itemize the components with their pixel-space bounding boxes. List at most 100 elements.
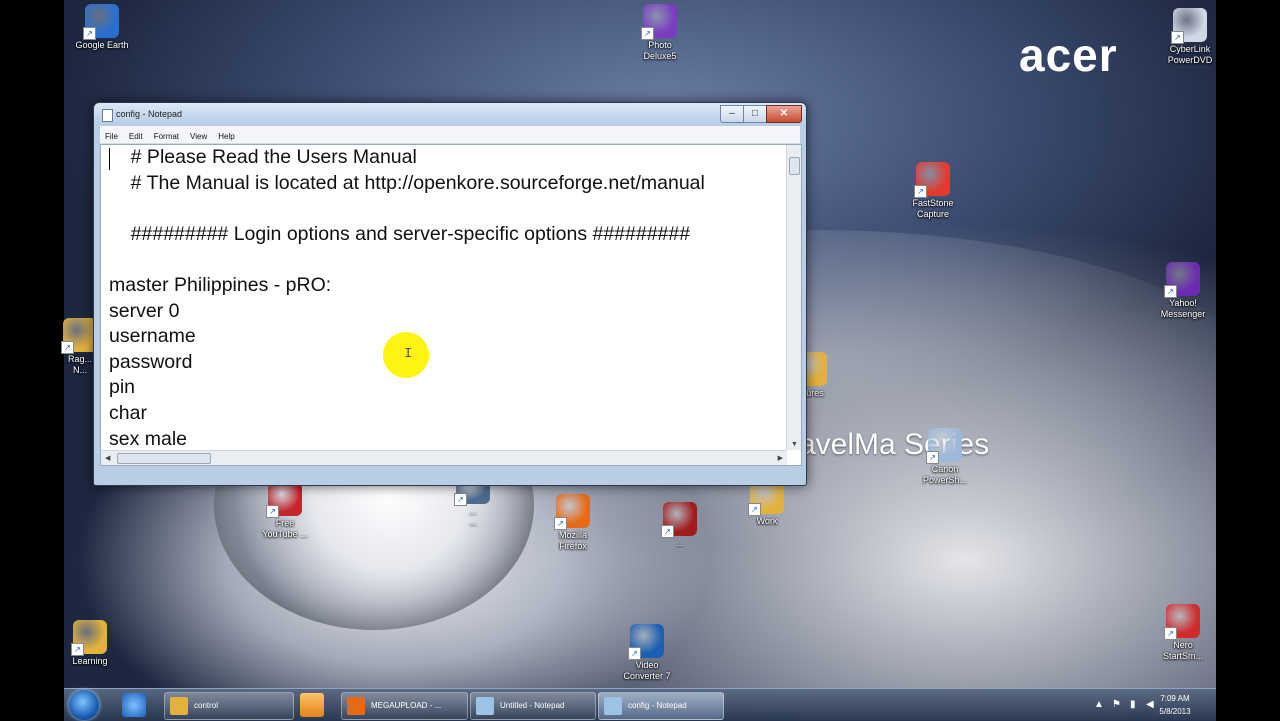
clock-date: 5/8/2013: [1159, 707, 1191, 716]
desktop-shortcut[interactable]: ↗ Nero StartSm...: [1143, 604, 1223, 662]
game-shortcut-icon: ↗: [661, 502, 697, 538]
firefox-icon: [347, 696, 365, 715]
horizontal-scroll-thumb[interactable]: [117, 453, 211, 464]
close-button[interactable]: ✕: [766, 105, 802, 123]
desktop-shortcut[interactable]: ↗ Canon PowerSh...: [905, 428, 985, 486]
desktop-shortcut[interactable]: ↗ FastStone Capture: [893, 162, 973, 220]
desktop-shortcut[interactable]: ↗ Google Earth: [62, 4, 142, 51]
notepad-window[interactable]: config - Notepad – □ ✕ File Edit Format Vie…: [93, 102, 807, 486]
text-editor[interactable]: # Please Read the Users Manual # The Man…: [100, 144, 802, 466]
desktop-shortcut-label: Learning: [72, 656, 108, 666]
shortcut-arrow-icon: ↗: [914, 185, 927, 198]
menu-file[interactable]: File: [100, 128, 124, 141]
text-content: # Please Read the Users Manual # The Man…: [101, 145, 801, 452]
text-line: [101, 196, 801, 222]
desktop-shortcut-label: Photo Deluxe5: [643, 40, 677, 61]
video-app-icon: ↗: [628, 624, 664, 660]
text-line: ######### Login options and server-speci…: [109, 222, 691, 245]
desktop-shortcut-label: Video Converter 7: [623, 660, 671, 681]
photo-app-icon: ↗: [641, 4, 677, 40]
media-player-icon[interactable]: [300, 693, 324, 717]
desktop-shortcut[interactable]: ↗ Mozilla Firefox: [533, 494, 613, 552]
desktop-shortcut[interactable]: ↗ Free YouTube ...: [245, 482, 325, 540]
taskbar-item-untitled-notepad[interactable]: Untitled - Notepad: [470, 692, 596, 720]
text-line: pin: [109, 376, 136, 399]
taskbar-item-label: control: [194, 701, 219, 710]
network-icon[interactable]: ▮: [1130, 699, 1136, 710]
menu-bar: File Edit Format View Help: [100, 126, 800, 144]
desktop-shortcut-label: ......: [469, 506, 477, 527]
text-line: server 0: [109, 299, 180, 322]
menu-view[interactable]: View: [185, 128, 213, 141]
taskbar-item-label: config - Notepad: [628, 701, 687, 710]
menu-edit[interactable]: Edit: [124, 128, 149, 141]
shortcut-arrow-icon: ↗: [748, 503, 761, 516]
shortcut-arrow-icon: ↗: [661, 525, 674, 538]
desktop-shortcut-label: FastStone Capture: [912, 198, 954, 219]
scroll-right-icon[interactable]: ▶: [778, 454, 783, 462]
desktop-shortcut-label: Google Earth: [75, 40, 129, 50]
desktop-shortcut-label: Mozilla Firefox: [558, 530, 587, 551]
desktop-shortcut[interactable]: ↗ CyberLink PowerDVD: [1150, 8, 1230, 66]
shortcut-arrow-icon: ↗: [628, 647, 641, 660]
desktop-shortcut-label: Yahoo! Messenger: [1160, 298, 1206, 319]
desktop-shortcut-label: CyberLink PowerDVD: [1167, 44, 1213, 65]
minimize-button[interactable]: –: [720, 105, 744, 123]
notepad-icon: [476, 696, 494, 715]
clock-time: 7:09 AM: [1160, 694, 1190, 703]
desktop-shortcut-label: Work: [756, 516, 778, 526]
shortcut-arrow-icon: ↗: [71, 643, 84, 656]
canon-app-icon: ↗: [926, 428, 962, 464]
nero-app-icon: ↗: [1164, 604, 1200, 640]
shortcut-arrow-icon: ↗: [61, 341, 74, 354]
text-line: password: [109, 350, 193, 373]
desktop-shortcut[interactable]: ↗ Learning: [50, 620, 130, 667]
acer-logo: acer: [1019, 29, 1118, 81]
google-earth-icon: ↗: [83, 4, 119, 40]
menu-help[interactable]: Help: [213, 128, 240, 141]
desktop-shortcut[interactable]: ↗...: [640, 502, 720, 549]
text-line: username: [109, 325, 196, 348]
taskbar-item-control[interactable]: control: [164, 692, 294, 720]
show-hidden-icons-icon[interactable]: ▲: [1094, 699, 1104, 710]
desktop-shortcut[interactable]: ↗ Video Converter 7: [607, 624, 687, 682]
flash-app-icon: ↗: [914, 162, 950, 198]
shortcut-arrow-icon: ↗: [1164, 627, 1177, 640]
desktop-shortcut[interactable]: ↗ Photo Deluxe5: [620, 4, 700, 62]
desktop-shortcut[interactable]: ↗ Work: [727, 480, 807, 527]
maximize-button[interactable]: □: [743, 105, 767, 123]
taskbar-item-label: MEGAUPLOAD - ...: [371, 701, 442, 710]
text-line: [101, 247, 801, 273]
folder-icon: ↗: [61, 318, 97, 354]
learning-folder-icon: ↗: [71, 620, 107, 656]
scroll-left-icon[interactable]: ◀: [105, 454, 110, 462]
taskbar: control MEGAUPLOAD - ... Untitled - Note…: [64, 688, 1216, 721]
taskbar-item-megaupload[interactable]: MEGAUPLOAD - ...: [341, 692, 468, 720]
clock[interactable]: 7:09 AM 5/8/2013: [1150, 692, 1200, 718]
text-line: char: [109, 401, 147, 424]
shortcut-arrow-icon: ↗: [83, 27, 96, 40]
cyberlink-powerdvd-icon: ↗: [1171, 8, 1207, 44]
text-line: master Philippines - pRO:: [109, 273, 332, 296]
shortcut-arrow-icon: ↗: [926, 451, 939, 464]
vertical-scrollbar[interactable]: ▼: [786, 145, 801, 450]
text-line: # The Manual is located at http://openko…: [109, 171, 705, 194]
start-button[interactable]: [69, 690, 99, 720]
flag-icon[interactable]: ⚑: [1112, 699, 1121, 710]
internet-explorer-icon[interactable]: [122, 693, 146, 717]
firefox-icon: ↗: [554, 494, 590, 530]
desktop-shortcut[interactable]: ↗ Yahoo! Messenger: [1143, 262, 1223, 320]
vertical-scroll-thumb[interactable]: [789, 157, 800, 175]
shortcut-arrow-icon: ↗: [266, 505, 279, 518]
desktop-shortcut-label: Free YouTube ...: [262, 518, 308, 539]
horizontal-scrollbar[interactable]: ◀ ▶: [101, 450, 787, 465]
menu-format[interactable]: Format: [149, 128, 185, 141]
taskbar-item-config-notepad[interactable]: config - Notepad: [598, 692, 724, 720]
desktop-shortcut-label: ...: [676, 538, 684, 548]
shortcut-arrow-icon: ↗: [454, 493, 467, 506]
text-line: sex male: [109, 427, 188, 450]
title-bar[interactable]: config - Notepad – □ ✕: [94, 103, 806, 125]
scroll-down-icon[interactable]: ▼: [791, 441, 798, 448]
yahoo-messenger-icon: ↗: [1164, 262, 1200, 298]
folder-icon: [170, 696, 188, 715]
